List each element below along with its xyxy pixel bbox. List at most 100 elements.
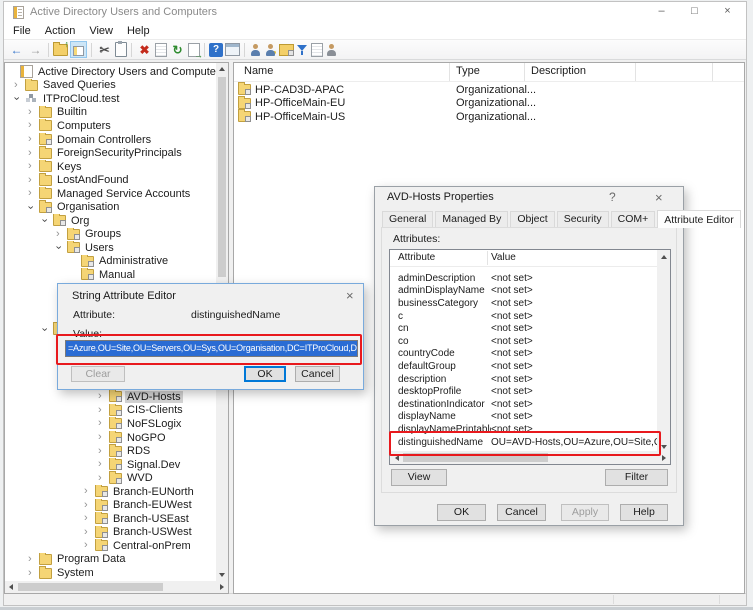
menu-item[interactable]: Help — [120, 25, 157, 37]
column-header-type[interactable]: Type — [450, 63, 525, 81]
chevron-icon[interactable] — [28, 202, 39, 213]
tree-item[interactable]: Central-onPrem — [5, 539, 216, 553]
scroll-up-icon[interactable] — [657, 250, 670, 263]
menu-item[interactable]: Action — [38, 25, 83, 37]
chevron-icon[interactable] — [84, 486, 95, 497]
new-user-icon[interactable] — [249, 43, 262, 57]
scrollbar-thumb[interactable] — [403, 453, 548, 462]
attribute-row[interactable]: displayName <not set> — [390, 411, 657, 424]
tree-item[interactable]: Branch-USEast — [5, 512, 216, 526]
cancel-button[interactable]: Cancel — [295, 366, 340, 382]
chevron-icon[interactable] — [28, 148, 39, 159]
menu-item[interactable]: View — [82, 25, 120, 37]
clear-button[interactable]: Clear — [71, 366, 125, 382]
properties-tab[interactable]: General — [382, 211, 433, 227]
toolbar-separator[interactable] — [244, 43, 245, 57]
attribute-row[interactable]: businessCategory <not set> — [390, 297, 657, 310]
chevron-icon[interactable] — [98, 405, 109, 416]
dialog-close-icon[interactable]: × — [346, 288, 354, 303]
chevron-icon[interactable] — [28, 568, 39, 579]
chevron-icon[interactable] — [84, 513, 95, 524]
tree-horizontal-scrollbar[interactable] — [5, 581, 228, 593]
tree-item[interactable]: CIS-Clients — [5, 404, 216, 418]
chevron-icon[interactable] — [98, 432, 109, 443]
toolbar-separator[interactable] — [48, 43, 49, 57]
tree-item[interactable]: RDS — [5, 444, 216, 458]
list-item[interactable]: HP-OfficeMain-EU Organizational... — [234, 97, 744, 111]
chevron-icon[interactable] — [98, 473, 109, 484]
tree-item[interactable]: Branch-EUNorth — [5, 485, 216, 499]
maximize-button[interactable]: □ — [678, 2, 711, 22]
attribute-row[interactable]: countryCode <not set> — [390, 348, 657, 361]
chevron-icon[interactable] — [28, 120, 39, 131]
chevron-icon[interactable] — [98, 459, 109, 470]
paste-icon[interactable] — [115, 42, 127, 57]
tree-item[interactable]: Users — [5, 241, 216, 255]
attribute-row[interactable]: adminDescription <not set> — [390, 272, 657, 285]
chevron-icon[interactable] — [28, 107, 39, 118]
scroll-down-icon[interactable] — [216, 569, 228, 581]
tree-item[interactable]: Computers — [5, 119, 216, 133]
tree-item[interactable]: Administrative — [5, 255, 216, 269]
grid-vertical-scrollbar[interactable] — [657, 250, 670, 453]
scroll-left-icon[interactable] — [390, 451, 403, 464]
dialog-help-icon[interactable]: ? — [609, 190, 616, 204]
cut-icon[interactable]: ✂ — [96, 41, 113, 58]
attribute-row[interactable]: desktopProfile <not set> — [390, 385, 657, 398]
tree-item[interactable]: Branch-USWest — [5, 526, 216, 540]
delegate-control-icon[interactable] — [325, 43, 338, 57]
tree-item[interactable]: Manual — [5, 268, 216, 282]
dialog-close-icon[interactable]: × — [655, 190, 663, 205]
list-item[interactable]: HP-OfficeMain-US Organizational... — [234, 110, 744, 124]
attribute-row[interactable]: adminDisplayName <not set> — [390, 285, 657, 298]
properties-tab[interactable]: COM+ — [611, 211, 656, 227]
new-ou-icon[interactable] — [279, 44, 294, 56]
chevron-icon[interactable] — [28, 161, 39, 172]
forward-icon[interactable]: → — [27, 41, 44, 58]
grid-column-attribute[interactable]: Attribute — [398, 252, 435, 263]
tree-item[interactable]: Groups — [5, 228, 216, 242]
properties-sheet-icon[interactable] — [155, 43, 167, 57]
attribute-row[interactable]: cn <not set> — [390, 322, 657, 335]
toolbar-separator[interactable] — [131, 43, 132, 57]
chevron-icon[interactable] — [98, 391, 109, 402]
tree-item[interactable]: WVD — [5, 471, 216, 485]
grid-horizontal-scrollbar[interactable] — [390, 451, 670, 464]
properties-tab[interactable]: Managed By — [435, 211, 508, 227]
attribute-row[interactable]: c <not set> — [390, 310, 657, 323]
attribute-row[interactable]: description <not set> — [390, 373, 657, 386]
list-item[interactable]: HP-CAD3D-APAC Organizational... — [234, 83, 744, 97]
tree-item[interactable]: Builtin — [5, 106, 216, 120]
scroll-up-icon[interactable] — [216, 63, 228, 75]
chevron-icon[interactable] — [28, 175, 39, 186]
new-group-icon[interactable] — [264, 43, 277, 57]
attribute-row[interactable]: co <not set> — [390, 335, 657, 348]
chevron-icon[interactable] — [84, 500, 95, 511]
chevron-icon[interactable] — [14, 93, 25, 104]
tree-item[interactable]: AVD-Hosts — [5, 390, 216, 404]
tree-item[interactable]: Keys — [5, 160, 216, 174]
window-properties-icon[interactable] — [225, 43, 240, 56]
tree-item[interactable]: Program Data — [5, 553, 216, 567]
scroll-left-icon[interactable] — [5, 581, 17, 593]
attribute-row[interactable]: distinguishedName OU=AVD-Hosts,OU=Azure,… — [390, 436, 657, 449]
toolbar-separator[interactable] — [204, 43, 205, 57]
tree-item[interactable]: NoGPO — [5, 431, 216, 445]
grid-column-value[interactable]: Value — [491, 252, 516, 263]
attribute-row[interactable]: defaultGroup <not set> — [390, 360, 657, 373]
ok-button[interactable]: OK — [437, 504, 486, 521]
back-icon[interactable]: ← — [8, 41, 25, 58]
show-console-tree-icon[interactable] — [70, 41, 87, 58]
column-header-name[interactable]: Name — [234, 63, 450, 81]
delete-icon[interactable]: ✖ — [136, 41, 153, 58]
chevron-icon[interactable] — [84, 527, 95, 538]
tree-item[interactable]: System — [5, 566, 216, 580]
chevron-icon[interactable] — [28, 188, 39, 199]
chevron-icon[interactable] — [14, 80, 25, 91]
help-icon[interactable] — [209, 43, 223, 57]
tree-item[interactable]: Organisation — [5, 200, 216, 214]
cancel-button[interactable]: Cancel — [497, 504, 546, 521]
tree-item[interactable]: Branch-EUWest — [5, 499, 216, 513]
refresh-icon[interactable]: ↻ — [169, 41, 186, 58]
column-header-description[interactable]: Description — [525, 63, 636, 81]
